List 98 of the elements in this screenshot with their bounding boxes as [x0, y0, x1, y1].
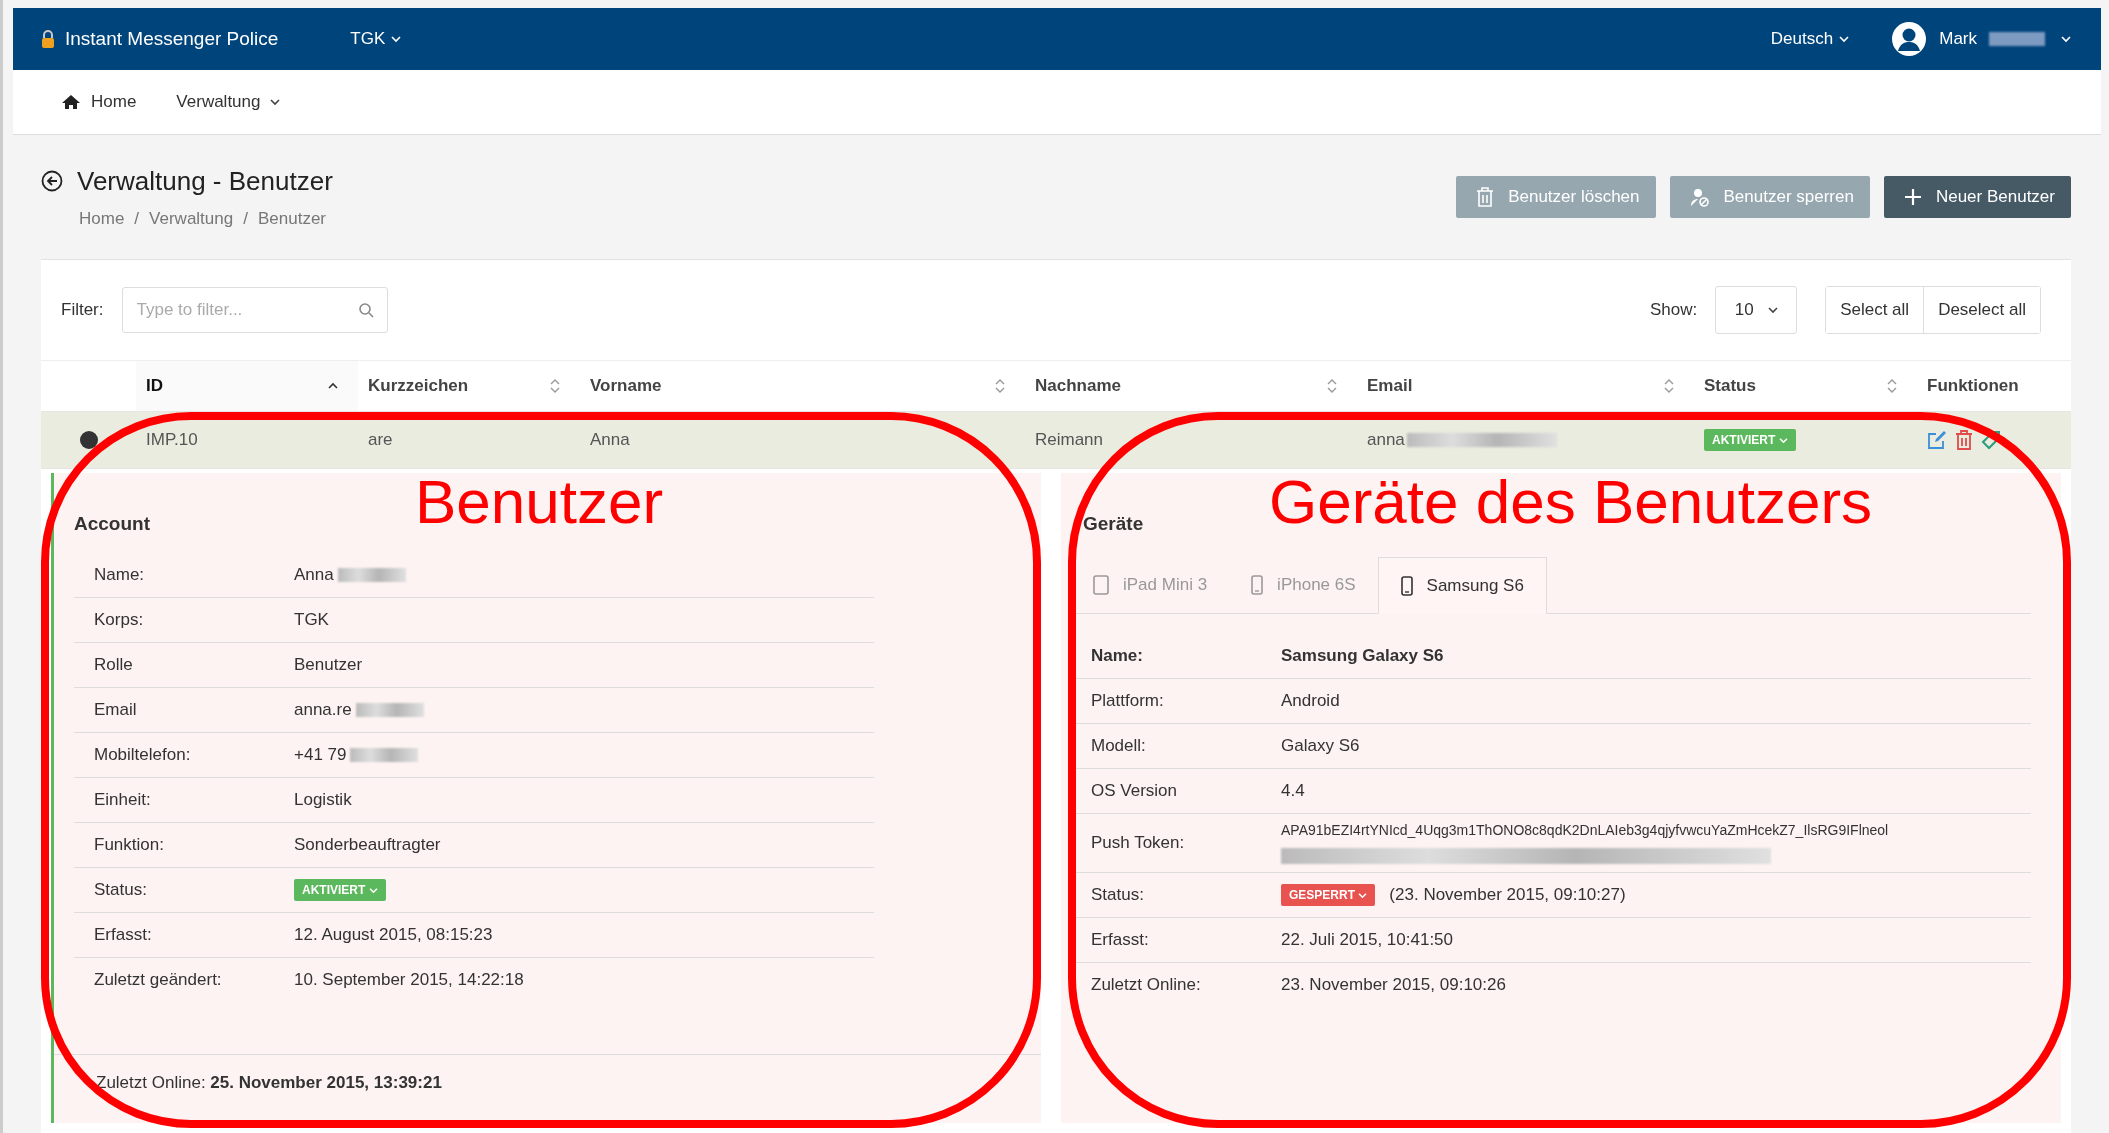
- sort-icon[interactable]: [1664, 378, 1674, 394]
- section-heading: Account: [74, 513, 150, 535]
- home-icon: [61, 94, 81, 110]
- field-value: +41 79: [294, 745, 347, 765]
- field-value: Sonderbeauftragter: [294, 835, 441, 855]
- table-cell: anna: [1367, 430, 1405, 450]
- sort-icon[interactable]: [1887, 378, 1897, 394]
- field-value: 12. August 2015, 08:15:23: [294, 925, 493, 945]
- field-value: TGK: [294, 610, 329, 630]
- page-title: Verwaltung - Benutzer: [77, 165, 333, 197]
- breadcrumb-link[interactable]: Verwaltung: [149, 208, 234, 229]
- chevron-icon: [270, 98, 281, 106]
- breadcrumb-separator: /: [134, 208, 140, 229]
- field-label: Mobiltelefon:: [93, 745, 192, 765]
- field-label: Plattform:: [1090, 691, 1165, 711]
- table-cell: Anna: [590, 430, 630, 450]
- sort-icon[interactable]: [1327, 378, 1337, 394]
- column-header[interactable]: Status: [1704, 376, 1756, 396]
- field-value: Samsung Galaxy S6: [1281, 646, 1444, 666]
- chevron-icon: [2061, 35, 2071, 43]
- field-value: Galaxy S6: [1281, 736, 1360, 756]
- device-tab[interactable]: Samsung S6: [1377, 557, 1547, 614]
- column-header[interactable]: ID: [146, 376, 163, 396]
- column-header[interactable]: Kurzzeichen: [368, 376, 469, 396]
- status-timestamp: (23. November 2015, 09:10:27): [1389, 885, 1626, 905]
- breadcrumb-link[interactable]: Benutzer: [257, 208, 326, 229]
- phone-icon: [1251, 575, 1264, 595]
- edit-icon[interactable]: [1927, 430, 1947, 450]
- field-value: anna.re: [294, 700, 352, 720]
- table-cell: are: [368, 430, 393, 450]
- field-value: 22. Juli 2015, 10:41:50: [1281, 930, 1454, 950]
- page-size-select[interactable]: 10: [1715, 286, 1798, 334]
- tag-icon[interactable]: [1981, 430, 2001, 450]
- breadcrumb-separator: /: [243, 208, 248, 229]
- field-label: Modell:: [1090, 736, 1147, 756]
- app-title[interactable]: Instant Messenger Police: [41, 28, 279, 50]
- column-header[interactable]: Funktionen: [1927, 376, 2019, 396]
- filter-label: Filter:: [61, 300, 104, 320]
- field-label: Einheit:: [93, 790, 152, 810]
- column-header[interactable]: Vorname: [590, 376, 662, 396]
- selection-button[interactable]: Deselect all: [1923, 287, 2040, 333]
- breadcrumb-link[interactable]: Home: [79, 208, 125, 229]
- field-label: Erfasst:: [93, 925, 153, 945]
- action-button[interactable]: Neuer Benutzer: [1883, 176, 2071, 218]
- section-heading: Geräte: [1083, 513, 1144, 535]
- chevron-icon: [1767, 306, 1778, 314]
- sort-icon[interactable]: [995, 378, 1005, 394]
- field-value: Benutzer: [294, 655, 363, 675]
- field-value: APA91bEZI4rtYNIcd_4Uqg3m1ThONO8c8qdK2DnLAIeb3g4qjyfvwcuYaZmHcekZ7_IlsRG9IFlneol: [1281, 822, 1889, 838]
- field-value: 23. November 2015, 09:10:26: [1281, 975, 1506, 995]
- field-label: Korps:: [93, 610, 145, 630]
- trash-icon: [1476, 187, 1495, 207]
- table-cell: IMP.10: [146, 430, 198, 450]
- sort-ascending-icon[interactable]: [328, 382, 338, 390]
- nav-link[interactable]: Home: [61, 92, 137, 112]
- field-label: Erfasst:: [1090, 930, 1150, 950]
- sort-icon[interactable]: [550, 378, 560, 394]
- table-cell: Reimann: [1035, 430, 1104, 450]
- nav-link[interactable]: Verwaltung: [176, 92, 281, 112]
- field-value: Android: [1281, 691, 1340, 711]
- status-badge[interactable]: GESPERRT: [1281, 884, 1376, 906]
- language-menu[interactable]: Deutsch: [1770, 29, 1850, 49]
- collapse-icon[interactable]: [78, 430, 99, 450]
- back-icon[interactable]: [41, 170, 63, 192]
- padlock-icon: [41, 30, 55, 48]
- user-lock-icon: [1689, 187, 1710, 207]
- last-online-text: Zuletzt Online: 25. November 2015, 13:39:21: [96, 1073, 442, 1092]
- column-header[interactable]: Email: [1367, 376, 1413, 396]
- plus-icon: [1903, 188, 1922, 206]
- field-value: 10. September 2015, 14:22:18: [294, 970, 524, 990]
- user-menu[interactable]: Mark: [1939, 29, 1977, 49]
- field-value: Logistik: [294, 790, 352, 810]
- filter-field[interactable]: Type to filter...: [121, 287, 388, 333]
- tablet-icon: [1093, 575, 1109, 595]
- trash-icon[interactable]: [1955, 430, 1973, 450]
- field-label: Funktion:: [93, 835, 165, 855]
- avatar-icon[interactable]: [1891, 21, 1928, 57]
- organization-menu[interactable]: TGK: [350, 29, 402, 49]
- field-label: OS Version: [1090, 781, 1178, 801]
- field-value: 4.4: [1281, 781, 1305, 801]
- phone-icon: [1400, 575, 1413, 596]
- field-label: Email: [93, 700, 138, 720]
- field-label: Name:: [1090, 646, 1144, 666]
- field-label: Name:: [93, 565, 146, 585]
- field-label: Push Token:: [1090, 833, 1186, 853]
- annotation-label: Geräte des Benutzers: [1269, 466, 1873, 537]
- field-value: Anna: [294, 565, 334, 585]
- chevron-icon: [1839, 35, 1850, 43]
- field-label: Status:: [93, 880, 148, 900]
- chevron-icon: [391, 35, 402, 43]
- column-header[interactable]: Nachname: [1035, 376, 1121, 396]
- show-label: Show:: [1649, 300, 1698, 320]
- annotation-label: Benutzer: [415, 466, 664, 537]
- field-label: Zuletzt geändert:: [93, 970, 223, 990]
- search-icon: [357, 302, 374, 318]
- field-label: Zuletzt Online:: [1090, 975, 1202, 995]
- field-label: Status:: [1090, 885, 1145, 905]
- field-label: Rolle: [93, 655, 134, 675]
